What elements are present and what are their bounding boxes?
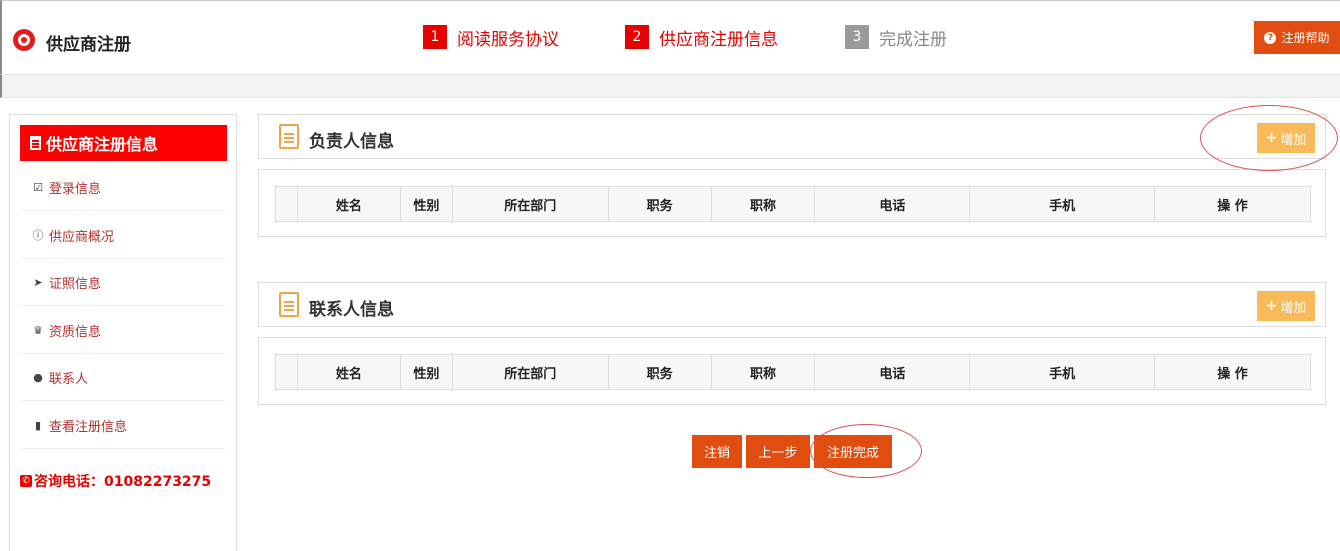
brand-title: 供应商注册 — [46, 35, 131, 55]
paper-plane-icon: ➤ — [33, 275, 43, 289]
sidebar-item-contacts[interactable]: ● 联系人 — [20, 354, 225, 401]
step-3: 3 完成注册 — [845, 25, 947, 50]
consult-phone: ✆ 咨询电话：01082273275 — [20, 471, 211, 491]
check-square-icon: ☑ — [33, 180, 43, 194]
table-header: 所在部门 — [451, 354, 609, 390]
step-number: 1 — [423, 25, 447, 49]
logo-icon — [13, 29, 35, 51]
prev-step-button[interactable]: 上一步 — [746, 435, 810, 468]
section-body-responsible: 姓名 性别 所在部门 职务 职称 电话 手机 操 作 — [258, 169, 1326, 237]
step-label: 阅读服务协议 — [457, 29, 559, 50]
help-button[interactable]: ? 注册帮助 — [1254, 21, 1340, 54]
file-text-icon — [279, 292, 299, 317]
sidebar-title: 供应商注册信息 — [20, 125, 227, 161]
contacts-table: 姓名 性别 所在部门 职务 职称 电话 手机 操 作 — [275, 354, 1311, 390]
help-button-label: 注册帮助 — [1281, 31, 1330, 45]
step-label: 完成注册 — [879, 29, 947, 50]
sidebar-title-label: 供应商注册信息 — [46, 135, 159, 154]
section-head-contacts: 联系人信息 + 增加 — [258, 282, 1326, 327]
plus-icon: + — [1265, 298, 1278, 314]
sidebar: 供应商注册信息 ☑ 登录信息 ⓘ 供应商概况 ➤ 证照信息 ♛ 资质信息 ● 联… — [9, 114, 237, 551]
table-header: 电话 — [814, 354, 971, 390]
file-text-icon — [279, 124, 299, 149]
step-2: 2 供应商注册信息 — [625, 25, 778, 50]
step-number: 2 — [625, 25, 649, 49]
bookmark-icon: ▮ — [34, 418, 42, 432]
step-number: 3 — [845, 25, 869, 49]
sidebar-item-label: 资质信息 — [49, 324, 102, 340]
section-head-responsible: 负责人信息 + 增加 — [258, 114, 1326, 159]
section-title: 负责人信息 — [309, 132, 394, 152]
table-header-checkbox — [275, 186, 298, 222]
table-header: 性别 — [399, 354, 453, 390]
step-1: 1 阅读服务协议 — [423, 25, 559, 50]
sub-bar — [0, 74, 1340, 98]
table-header: 职务 — [607, 354, 712, 390]
cancel-button[interactable]: 注销 — [692, 435, 742, 468]
table-header: 手机 — [969, 186, 1156, 222]
sidebar-item-label: 联系人 — [49, 371, 89, 387]
table-header: 性别 — [399, 186, 453, 222]
table-header: 职务 — [607, 186, 712, 222]
user-icon: ● — [33, 370, 43, 384]
table-header: 姓名 — [296, 354, 401, 390]
step-label: 供应商注册信息 — [659, 29, 778, 50]
sidebar-item-label: 查看注册信息 — [49, 419, 128, 435]
table-header: 电话 — [814, 186, 971, 222]
table-header: 姓名 — [296, 186, 401, 222]
info-circle-icon: ⓘ — [32, 229, 44, 242]
sidebar-item-login-info[interactable]: ☑ 登录信息 — [20, 164, 225, 211]
sidebar-item-license-info[interactable]: ➤ 证照信息 — [20, 259, 225, 306]
table-header-row: 姓名 性别 所在部门 职务 职称 电话 手机 操 作 — [275, 354, 1311, 390]
section-body-contacts: 姓名 性别 所在部门 职务 职称 电话 手机 操 作 — [258, 337, 1326, 405]
sidebar-item-label: 登录信息 — [49, 181, 102, 197]
page: 供应商注册 1 阅读服务协议 2 供应商注册信息 3 完成注册 ? 注册帮助 供… — [0, 0, 1340, 551]
add-button-label: 增加 — [1280, 300, 1307, 316]
top-header: 供应商注册 1 阅读服务协议 2 供应商注册信息 3 完成注册 ? 注册帮助 — [0, 0, 1340, 74]
add-contact-button[interactable]: + 增加 — [1257, 291, 1315, 321]
section-title: 联系人信息 — [309, 300, 394, 320]
table-header: 操 作 — [1154, 354, 1311, 390]
sidebar-item-label: 供应商概况 — [49, 229, 115, 245]
table-header: 所在部门 — [451, 186, 609, 222]
sidebar-item-view-registration[interactable]: ▮ 查看注册信息 — [20, 402, 225, 449]
phone-icon: ✆ — [20, 475, 32, 487]
table-header: 职称 — [710, 354, 816, 390]
responsible-table: 姓名 性别 所在部门 职务 职称 电话 手机 操 作 — [275, 186, 1311, 222]
question-circle-icon: ? — [1264, 31, 1277, 44]
consult-phone-label: 咨询电话：01082273275 — [34, 474, 212, 490]
sidebar-item-qualification-info[interactable]: ♛ 资质信息 — [20, 307, 225, 354]
annotation-circle — [810, 424, 922, 478]
table-header: 操 作 — [1154, 186, 1311, 222]
sidebar-item-supplier-overview[interactable]: ⓘ 供应商概况 — [20, 212, 225, 259]
sidebar-item-label: 证照信息 — [49, 276, 102, 292]
annotation-circle — [1200, 105, 1338, 171]
trophy-icon: ♛ — [33, 323, 43, 337]
table-header: 手机 — [969, 354, 1156, 390]
document-icon — [30, 136, 41, 150]
table-header-checkbox — [275, 354, 298, 390]
table-header: 职称 — [710, 186, 816, 222]
table-header-row: 姓名 性别 所在部门 职务 职称 电话 手机 操 作 — [275, 186, 1311, 222]
